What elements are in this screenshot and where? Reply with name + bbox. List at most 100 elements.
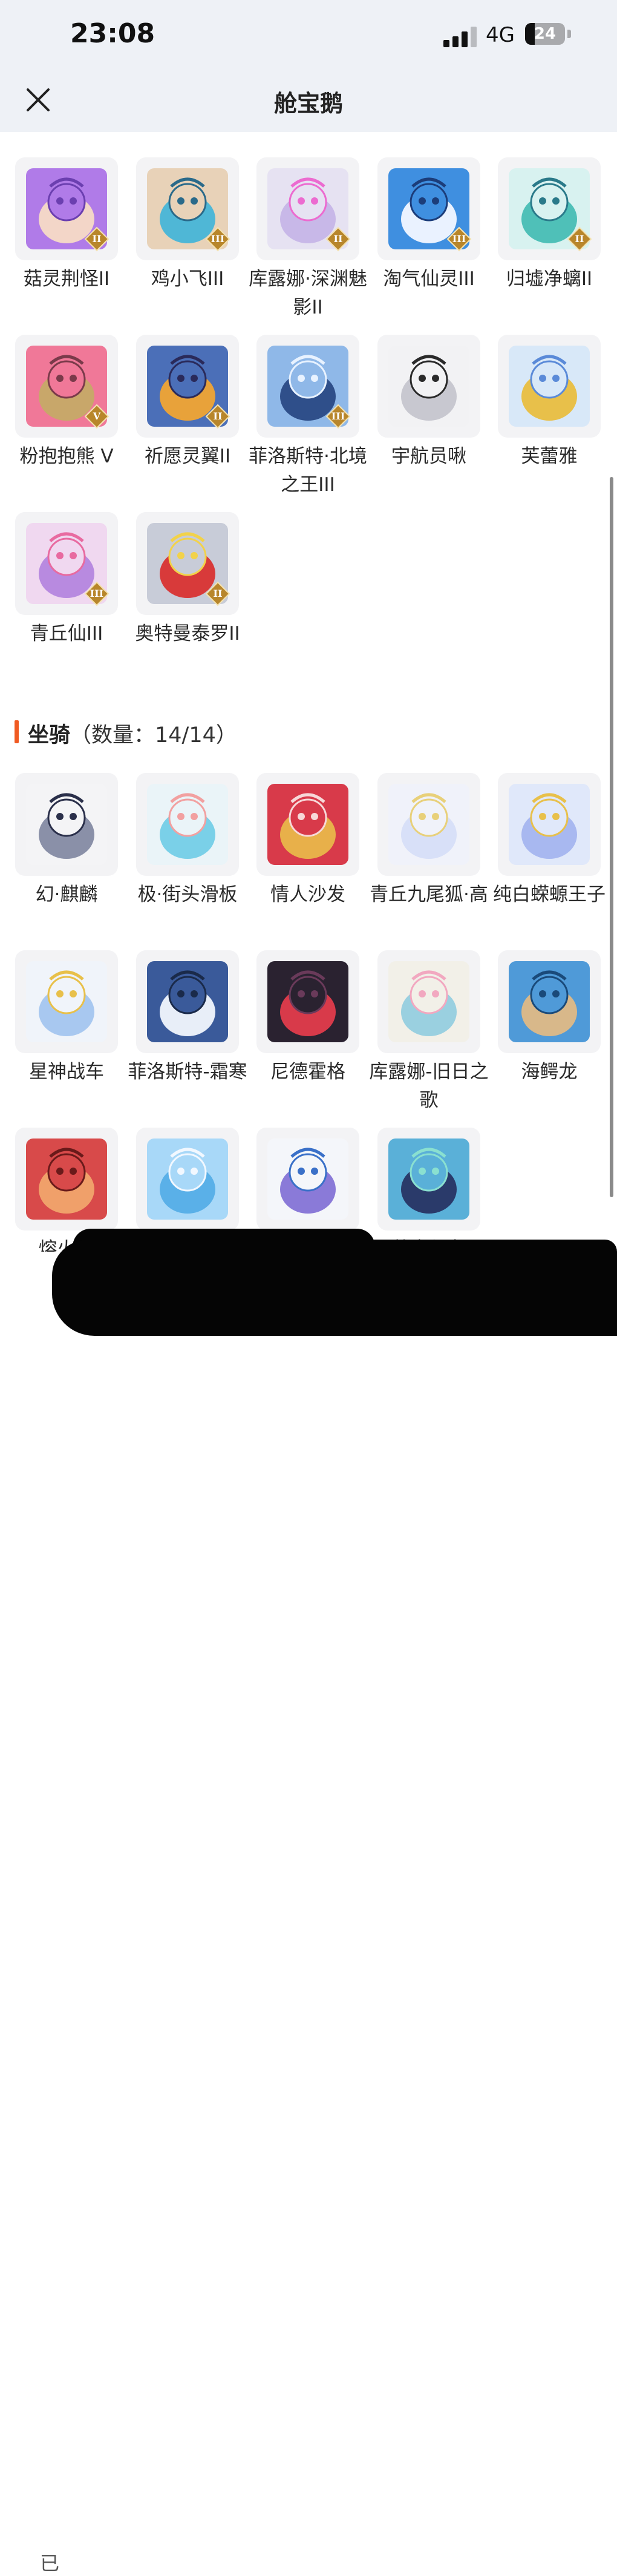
pet-thumbnail: III: [256, 335, 359, 438]
sky-dragon-icon: [388, 1138, 469, 1220]
mount-thumbnail: [256, 773, 359, 876]
pet-thumbnail: III: [136, 157, 239, 260]
rank-badge: II: [325, 226, 351, 252]
pet-label: 鸡小飞III: [151, 268, 224, 290]
mount-label: 海鳄龙: [521, 1061, 578, 1083]
rank-badge: II: [567, 226, 592, 252]
pet-tile[interactable]: III 淘气仙灵III: [368, 157, 489, 294]
mount-thumbnail: [498, 950, 601, 1053]
pet-tile[interactable]: II 菇灵荆怪II: [6, 157, 127, 294]
pet-label: 芙蕾雅: [521, 445, 578, 467]
redaction-mark: [52, 1240, 617, 1336]
network-label: 4G: [486, 23, 515, 47]
pet-thumbnail: [498, 335, 601, 438]
signal-icon: [443, 25, 477, 47]
rank-badge: III: [325, 404, 351, 429]
pet-thumbnail: II: [256, 157, 359, 260]
rank-badge: II: [84, 226, 109, 252]
mount-tile[interactable]: 情人沙发: [247, 773, 368, 909]
rank-badge: II: [205, 404, 230, 429]
pet-label: 归墟净螭II: [506, 268, 593, 290]
pet-label: 粉抱抱熊 V: [19, 445, 114, 467]
top-bar: 23:08 4G 24 舱宝鹅: [0, 0, 617, 132]
pet-tile[interactable]: 宇航员啾: [368, 335, 489, 471]
black-dragon-icon: [267, 961, 348, 1042]
mount-tile[interactable]: 菲洛斯特-霜寒: [127, 950, 248, 1086]
mount-thumbnail: [15, 773, 118, 876]
rank-numeral: III: [452, 233, 466, 245]
mount-label: 青丘九尾狐·高: [370, 884, 488, 905]
pet-tile[interactable]: 芙蕾雅: [489, 335, 610, 471]
rank-numeral: II: [92, 233, 102, 245]
bottom-left-text: 已: [40, 2552, 60, 2575]
curly-girl-icon: [388, 961, 469, 1042]
battery-percent: 24: [534, 25, 557, 43]
rank-numeral: II: [575, 233, 584, 245]
red-sofa-icon: [267, 784, 348, 865]
mount-label: 幻·麒麟: [35, 884, 98, 905]
mount-tile[interactable]: 星神战车: [6, 950, 127, 1086]
pet-tile[interactable]: III 鸡小飞III: [127, 157, 248, 294]
pet-tile[interactable]: II 库露娜·深渊魅影II: [247, 157, 368, 322]
mount-thumbnail: [377, 950, 480, 1053]
rank-badge: II: [205, 581, 230, 606]
mount-label: 情人沙发: [270, 884, 345, 905]
pet-thumbnail: II: [136, 512, 239, 615]
pet-thumbnail: II: [15, 157, 118, 260]
mount-thumbnail: [256, 1128, 359, 1230]
mount-tile[interactable]: 库露娜-旧日之歌: [368, 950, 489, 1115]
mount-tile[interactable]: 青丘九尾狐·高: [368, 773, 489, 909]
rank-badge: III: [446, 226, 472, 252]
mount-tile[interactable]: 极·街头滑板: [127, 773, 248, 909]
frost-knight-icon: [147, 961, 228, 1042]
mount-thumbnail: [377, 773, 480, 876]
pet-label: 青丘仙III: [30, 623, 103, 645]
snow-owl-icon: [267, 1138, 348, 1220]
pet-thumbnail: III: [377, 157, 480, 260]
pet-tile[interactable]: III 青丘仙III: [6, 512, 127, 648]
rank-numeral: III: [90, 588, 104, 599]
mount-tile[interactable]: 纯白蝾螈王子: [489, 773, 610, 909]
scrollbar[interactable]: [610, 477, 613, 1197]
rank-numeral: III: [331, 410, 345, 422]
mount-label: 库露娜-旧日之歌: [369, 1061, 489, 1111]
mount-thumbnail: [136, 950, 239, 1053]
mount-label: 星神战车: [29, 1061, 104, 1083]
astronaut-cow-icon: [388, 346, 469, 427]
mount-label: 尼德霍格: [270, 1061, 345, 1083]
mount-thumbnail: [136, 773, 239, 876]
battery-icon: 24: [525, 23, 565, 45]
red-dragon-icon: [26, 1138, 107, 1220]
rank-badge: V: [84, 404, 109, 429]
pet-tile[interactable]: II 祈愿灵翼II: [127, 335, 248, 471]
pet-thumbnail: V: [15, 335, 118, 438]
mount-tile[interactable]: 幻·麒麟: [6, 773, 127, 909]
pet-thumbnail: II: [136, 335, 239, 438]
pet-label: 奥特曼泰罗II: [135, 623, 240, 645]
mount-tile[interactable]: 尼德霍格: [247, 950, 368, 1086]
skateboard-icon: [147, 784, 228, 865]
pet-tile[interactable]: III 菲洛斯特·北境之王III: [247, 335, 368, 499]
white-beast-icon: [26, 961, 107, 1042]
mount-thumbnail: [136, 1128, 239, 1230]
mount-thumbnail: [15, 950, 118, 1053]
mount-label: 极·街头滑板: [137, 884, 238, 905]
pet-tile[interactable]: II 归墟净螭II: [489, 157, 610, 294]
pet-tile[interactable]: II 奥特曼泰罗II: [127, 512, 248, 648]
rank-numeral: III: [211, 233, 225, 245]
white-fox-icon: [388, 784, 469, 865]
pet-tile[interactable]: V 粉抱抱熊 V: [6, 335, 127, 471]
blue-dragon-icon: [509, 961, 590, 1042]
page-title: 舱宝鹅: [273, 90, 343, 117]
rank-badge: III: [205, 226, 230, 252]
rank-numeral: II: [333, 233, 343, 245]
mount-label: 菲洛斯特-霜寒: [128, 1061, 247, 1083]
mount-tile[interactable]: 海鳄龙: [489, 950, 610, 1086]
rank-badge: III: [84, 581, 109, 606]
blue-lotus-icon: [147, 1138, 228, 1220]
golden-crown-girl-icon: [509, 346, 590, 427]
mount-label: 纯白蝾螈王子: [493, 884, 606, 905]
mount-thumbnail: [498, 773, 601, 876]
pet-label: 淘气仙灵III: [383, 268, 475, 290]
rank-numeral: II: [213, 588, 223, 599]
